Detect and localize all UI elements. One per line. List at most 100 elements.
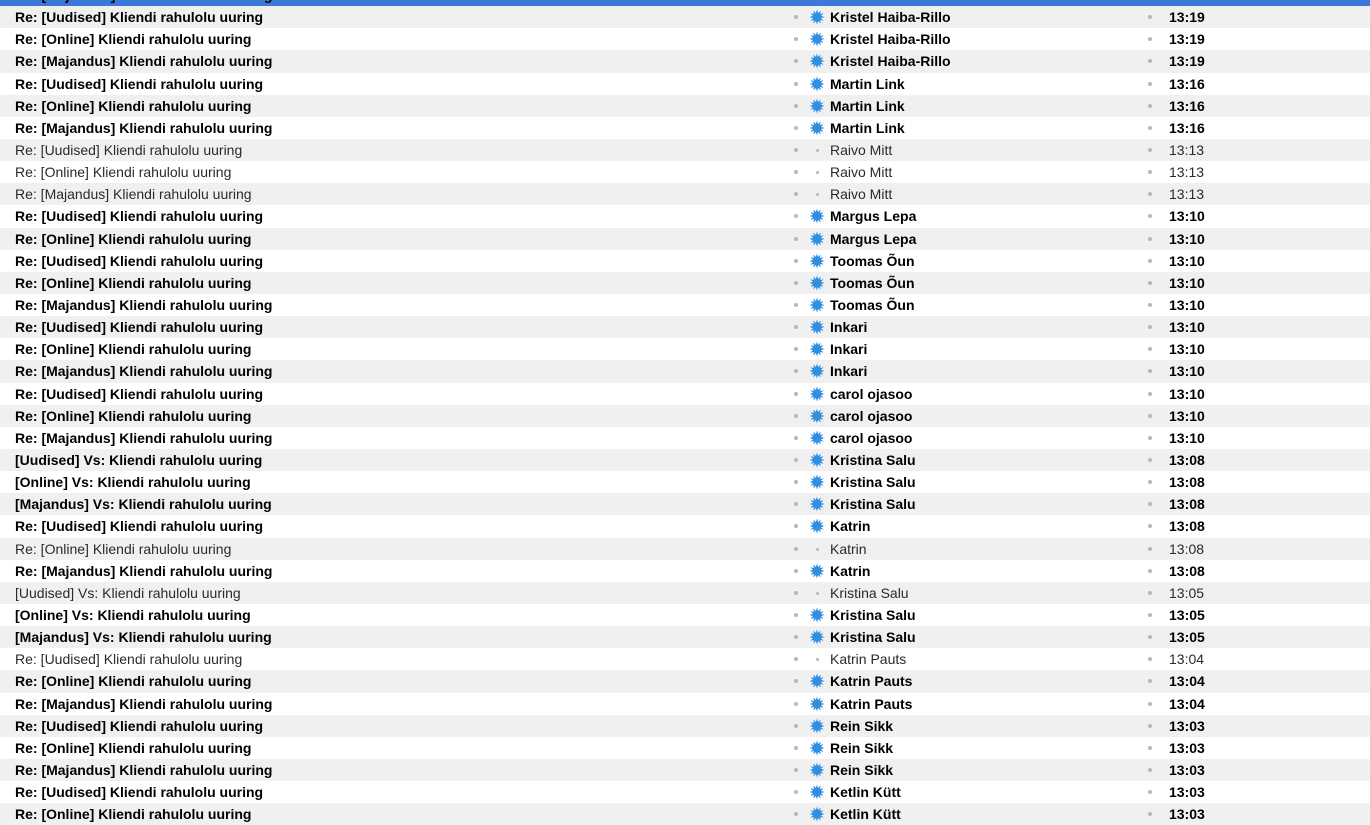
- unread-star-icon[interactable]: [809, 297, 825, 313]
- unread-star-icon[interactable]: [809, 275, 825, 291]
- unread-star-icon[interactable]: [809, 718, 825, 734]
- message-subject: [Online] Vs: Kliendi rahulolu uuring: [15, 474, 251, 491]
- message-list[interactable]: Re: [Majandus] Kliendi rahulolu uuring Kr…: [0, 0, 1370, 825]
- read-status-dot-icon[interactable]: [816, 591, 819, 595]
- message-row[interactable]: Re: [Majandus] Kliendi rahulolu uuring Re…: [0, 758, 1370, 782]
- message-row[interactable]: Re: [Majandus] Kliendi rahulolu uuring Ra…: [0, 183, 1370, 206]
- unread-star-icon[interactable]: [809, 31, 825, 47]
- message-row[interactable]: Re: [Uudised] Kliendi rahulolu uuring Mar…: [0, 73, 1370, 95]
- message-row[interactable]: Re: [Uudised] Kliendi rahulolu uuring Mar…: [0, 205, 1370, 227]
- message-sender: Katrin Pauts: [830, 695, 913, 712]
- message-row[interactable]: Re: [Uudised] Kliendi rahulolu uuring Kat…: [0, 648, 1370, 670]
- unread-star-icon[interactable]: [809, 563, 825, 579]
- message-subject: Re: [Online] Kliendi rahulolu uuring: [15, 739, 252, 756]
- unread-star-icon[interactable]: [809, 208, 825, 224]
- unread-star-icon[interactable]: [809, 363, 825, 379]
- unread-star-icon[interactable]: [809, 231, 825, 247]
- unread-star-icon[interactable]: [809, 452, 825, 468]
- flag-dot-icon: [1148, 192, 1152, 197]
- message-row[interactable]: Re: [Online] Kliendi rahulolu uuring Marg…: [0, 227, 1370, 250]
- message-time: 13:19: [1169, 31, 1205, 48]
- unread-star-icon[interactable]: [809, 496, 825, 512]
- message-row[interactable]: [Online] Vs: Kliendi rahulolu uuring Kris…: [0, 604, 1370, 626]
- message-row[interactable]: [Online] Vs: Kliendi rahulolu uuring Kris…: [0, 471, 1370, 493]
- message-row[interactable]: Re: [Uudised] Kliendi rahulolu uuring Kat…: [0, 515, 1370, 537]
- message-row[interactable]: Re: [Uudised] Kliendi rahulolu uuring Ink…: [0, 316, 1370, 339]
- message-row[interactable]: Re: [Online] Kliendi rahulolu uuring Kris…: [0, 28, 1370, 50]
- message-row[interactable]: Re: [Uudised] Kliendi rahulolu uuring Rai…: [0, 138, 1370, 162]
- message-row[interactable]: Re: [Online] Kliendi rahulolu uuring caro…: [0, 404, 1370, 427]
- message-row[interactable]: Re: [Online] Kliendi rahulolu uuring Katr…: [0, 670, 1370, 693]
- unread-star-icon[interactable]: [809, 629, 825, 645]
- read-status-dot-icon[interactable]: [816, 658, 819, 662]
- unread-star-icon[interactable]: [809, 673, 825, 689]
- unread-star-icon[interactable]: [809, 607, 825, 623]
- message-row[interactable]: Re: [Uudised] Kliendi rahulolu uuring Rei…: [0, 714, 1370, 737]
- message-row[interactable]: Re: [Uudised] Kliendi rahulolu uuring Kri…: [0, 6, 1370, 29]
- flag-dot-icon: [1148, 679, 1152, 684]
- unread-star-icon[interactable]: [809, 53, 825, 69]
- message-row[interactable]: Re: [Online] Kliendi rahulolu uuring Ketl…: [0, 803, 1370, 825]
- message-row[interactable]: Re: [Majandus] Kliendi rahulolu uuring Ma…: [0, 117, 1370, 139]
- flag-dot-icon: [1148, 369, 1152, 374]
- message-row[interactable]: [Majandus] Vs: Kliendi rahulolu uuring Kr…: [0, 493, 1370, 516]
- unread-star-icon[interactable]: [809, 253, 825, 269]
- message-row[interactable]: Re: [Online] Kliendi rahulolu uuring Katr…: [0, 537, 1370, 560]
- attachment-dot-icon: [794, 657, 798, 662]
- message-row[interactable]: Re: [Majandus] Kliendi rahulolu uuring Kr…: [0, 50, 1370, 73]
- unread-star-icon[interactable]: [809, 784, 825, 800]
- message-row[interactable]: Re: [Majandus] Kliendi rahulolu uuring To…: [0, 294, 1370, 316]
- message-row[interactable]: Re: [Majandus] Kliendi rahulolu uuring Ka…: [0, 693, 1370, 715]
- flag-dot-icon: [1148, 745, 1152, 750]
- message-row[interactable]: Re: [Majandus] Kliendi rahulolu uuring Ka…: [0, 560, 1370, 582]
- message-row[interactable]: Re: [Online] Kliendi rahulolu uuring Inka…: [0, 338, 1370, 360]
- message-sender: Martin Link: [830, 75, 905, 92]
- message-row[interactable]: Re: [Online] Kliendi rahulolu uuring Toom…: [0, 271, 1370, 294]
- message-sender: carol ojasoo: [830, 407, 913, 424]
- unread-star-icon[interactable]: [809, 0, 825, 3]
- unread-star-icon[interactable]: [809, 408, 825, 424]
- message-row[interactable]: [Uudised] Vs: Kliendi rahulolu uuring Kri…: [0, 448, 1370, 472]
- attachment-dot-icon: [794, 524, 798, 529]
- message-row[interactable]: Re: [Uudised] Kliendi rahulolu uuring car…: [0, 383, 1370, 405]
- message-row[interactable]: Re: [Online] Kliendi rahulolu uuring Raiv…: [0, 161, 1370, 183]
- unread-star-icon[interactable]: [809, 762, 825, 778]
- unread-star-icon[interactable]: [809, 474, 825, 490]
- message-row[interactable]: Re: [Uudised] Kliendi rahulolu uuring Too…: [0, 250, 1370, 272]
- flag-dot-icon: [1148, 125, 1152, 130]
- message-subject: Re: [Uudised] Kliendi rahulolu uuring: [15, 385, 264, 402]
- message-subject: Re: [Majandus] Kliendi rahulolu uuring: [15, 296, 273, 313]
- unread-star-icon[interactable]: [809, 76, 825, 92]
- read-status-dot-icon[interactable]: [816, 171, 819, 175]
- message-row[interactable]: [Majandus] Vs: Kliendi rahulolu uuring Kr…: [0, 626, 1370, 649]
- message-time: 13:10: [1169, 296, 1205, 313]
- unread-star-icon[interactable]: [809, 740, 825, 756]
- unread-star-icon[interactable]: [809, 9, 825, 25]
- message-sender: Kristina Salu: [830, 629, 916, 646]
- unread-star-icon[interactable]: [809, 518, 825, 534]
- unread-star-icon[interactable]: [809, 386, 825, 402]
- message-subject: [Majandus] Vs: Kliendi rahulolu uuring: [15, 629, 272, 646]
- read-status-dot-icon[interactable]: [816, 547, 819, 551]
- unread-star-icon[interactable]: [809, 341, 825, 357]
- message-row[interactable]: Re: [Majandus] Kliendi rahulolu uuring In…: [0, 360, 1370, 383]
- unread-star-icon[interactable]: [809, 319, 825, 335]
- unread-star-icon[interactable]: [809, 430, 825, 446]
- unread-star-icon[interactable]: [809, 98, 825, 114]
- message-row[interactable]: [Uudised] Vs: Kliendi rahulolu uuring Kri…: [0, 581, 1370, 604]
- message-row[interactable]: Re: [Majandus] Kliendi rahulolu uuring ca…: [0, 427, 1370, 449]
- unread-star-icon[interactable]: [809, 696, 825, 712]
- message-subject: Re: [Online] Kliendi rahulolu uuring: [15, 31, 252, 48]
- message-row[interactable]: Re: [Uudised] Kliendi rahulolu uuring Ket…: [0, 781, 1370, 803]
- unread-star-icon[interactable]: [809, 120, 825, 136]
- message-row[interactable]: Re: [Online] Kliendi rahulolu uuring Mart…: [0, 94, 1370, 117]
- message-row[interactable]: Re: [Online] Kliendi rahulolu uuring Rein…: [0, 737, 1370, 759]
- message-sender: Toomas Õun: [830, 252, 915, 269]
- read-status-dot-icon[interactable]: [816, 193, 819, 197]
- attachment-dot-icon: [794, 568, 798, 573]
- message-time: 13:08: [1169, 474, 1205, 491]
- read-status-dot-icon[interactable]: [816, 148, 819, 152]
- attachment-dot-icon: [794, 612, 798, 617]
- flag-dot-icon: [1148, 590, 1152, 595]
- attachment-dot-icon: [794, 391, 798, 396]
